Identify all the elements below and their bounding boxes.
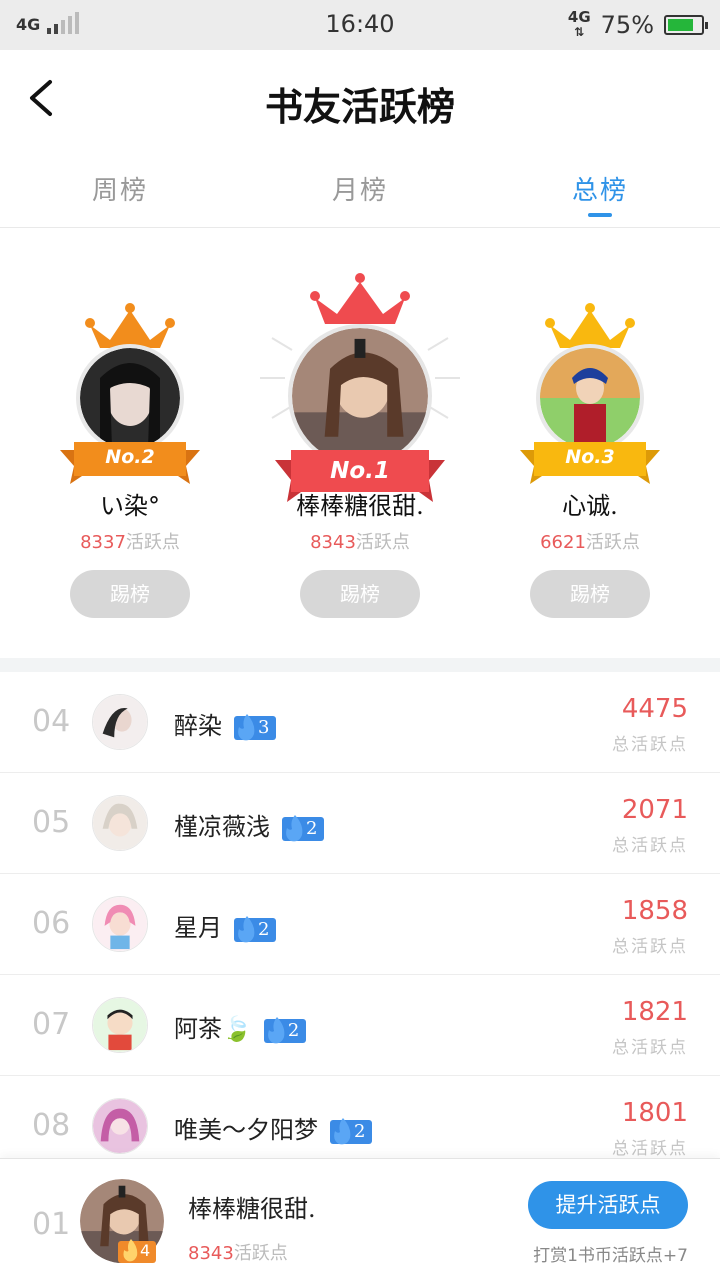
rank-badge-label: No.1 bbox=[330, 458, 390, 484]
tab-monthly[interactable]: 月榜 bbox=[240, 150, 480, 227]
crown-icon bbox=[545, 303, 635, 348]
level-badge: 4 bbox=[118, 1239, 157, 1263]
list-item[interactable]: 04 醉染 3 4475 总活跃点 bbox=[0, 672, 720, 773]
battery-icon bbox=[664, 14, 708, 35]
kick-button[interactable]: 踢榜 bbox=[70, 570, 190, 618]
score-label: 总活跃点 bbox=[612, 937, 688, 957]
user-name: 星月 2 bbox=[174, 908, 277, 943]
flame-icon bbox=[334, 1117, 351, 1144]
kick-button[interactable]: 踢榜 bbox=[530, 570, 650, 618]
rank-number: 04 bbox=[32, 704, 71, 739]
points-text: 8343活跃点 bbox=[310, 532, 410, 553]
user-name: 阿茶🍃 2 bbox=[174, 1009, 307, 1044]
list-item[interactable]: 06 星月 2 1858 总活跃点 bbox=[0, 874, 720, 975]
battery-percent: 75% bbox=[600, 10, 654, 39]
tab-weekly[interactable]: 周榜 bbox=[0, 150, 240, 227]
rank-number: 08 bbox=[32, 1108, 71, 1143]
list-item[interactable]: 05 槿凉薇浅 2 2071 总活跃点 bbox=[0, 773, 720, 874]
score-value: 1858 bbox=[621, 896, 688, 926]
user-name: 棒棒糖很甜. bbox=[188, 1195, 316, 1223]
user-name: 心诚. bbox=[562, 492, 618, 520]
user-name: 槿凉薇浅 2 bbox=[174, 807, 325, 842]
user-name: 棒棒糖很甜. bbox=[296, 492, 424, 520]
flame-icon bbox=[238, 915, 255, 942]
section-divider bbox=[0, 658, 720, 672]
top-three-podium: No.2 い染° 8337活跃点 踢榜 No.1 棒棒糖很甜. 8343活跃点 … bbox=[0, 228, 720, 658]
flame-icon bbox=[267, 1016, 285, 1043]
page-title: 书友活跃榜 bbox=[264, 84, 455, 129]
user-name: 醉染 3 bbox=[174, 706, 277, 741]
score-label: 总活跃点 bbox=[612, 1139, 688, 1159]
rank-number: 05 bbox=[32, 805, 71, 840]
level-badge: 3 bbox=[234, 713, 277, 740]
ranking-tabs: 周榜 月榜 总榜 bbox=[0, 150, 720, 228]
tab-total[interactable]: 总榜 bbox=[480, 150, 720, 227]
score-label: 总活跃点 bbox=[612, 836, 688, 856]
points-text: 8337活跃点 bbox=[80, 532, 180, 553]
level-badge: 2 bbox=[234, 915, 277, 942]
user-name: い染° bbox=[100, 492, 160, 520]
status-bar: 4G 16:40 4G ⇅ 75% bbox=[0, 0, 720, 50]
score-value: 2071 bbox=[621, 795, 688, 825]
rank-number: 06 bbox=[32, 906, 71, 941]
flame-icon bbox=[238, 713, 255, 740]
rank-number: 07 bbox=[32, 1007, 71, 1042]
score-value: 1801 bbox=[621, 1098, 688, 1128]
flame-icon bbox=[123, 1239, 138, 1262]
podium-second: No.2 い染° 8337活跃点 踢榜 bbox=[40, 228, 220, 658]
avatar[interactable] bbox=[92, 896, 148, 952]
score-value: 1821 bbox=[621, 997, 688, 1027]
boost-activity-button[interactable]: 提升活跃点 bbox=[528, 1181, 688, 1229]
flame-icon bbox=[286, 814, 303, 841]
podium-third: No.3 心诚. 6621活跃点 踢榜 bbox=[500, 228, 680, 658]
my-rank-bar: 01 4 棒棒糖很甜. 8343活跃点 提升活跃点 打赏1书币活跃点+7 bbox=[0, 1158, 720, 1280]
data-network-icon: 4G ⇅ bbox=[567, 8, 591, 40]
rank-badge-label: No.2 bbox=[105, 446, 155, 468]
ranking-list: 04 醉染 3 4475 总活跃点 05 槿凉薇浅 2 2071 总活跃点 06 星… bbox=[0, 672, 720, 1177]
level-badge: 2 bbox=[282, 814, 325, 841]
score-label: 总活跃点 bbox=[612, 1038, 688, 1058]
rank-badge-label: No.3 bbox=[565, 446, 615, 468]
reward-tip: 打赏1书币活跃点+7 bbox=[533, 1246, 688, 1266]
crown-icon bbox=[310, 273, 410, 324]
crown-icon bbox=[85, 303, 175, 348]
level-badge: 2 bbox=[330, 1117, 373, 1144]
kick-button[interactable]: 踢榜 bbox=[300, 570, 420, 618]
avatar[interactable] bbox=[92, 795, 148, 851]
rank-number: 01 bbox=[32, 1207, 71, 1242]
score-label: 总活跃点 bbox=[612, 735, 688, 755]
avatar[interactable] bbox=[92, 997, 148, 1053]
nav-header: 书友活跃榜 bbox=[0, 50, 720, 150]
points-text: 8343活跃点 bbox=[188, 1243, 288, 1264]
podium-first: No.1 棒棒糖很甜. 8343活跃点 踢榜 bbox=[250, 228, 470, 658]
avatar[interactable] bbox=[92, 694, 148, 750]
score-value: 4475 bbox=[621, 694, 688, 724]
level-badge: 2 bbox=[263, 1016, 307, 1043]
points-text: 6621活跃点 bbox=[540, 532, 640, 553]
list-item[interactable]: 07 阿茶🍃 2 1821 总活跃点 bbox=[0, 975, 720, 1076]
avatar[interactable] bbox=[92, 1098, 148, 1154]
user-name: 唯美～夕阳梦 2 bbox=[174, 1110, 373, 1145]
